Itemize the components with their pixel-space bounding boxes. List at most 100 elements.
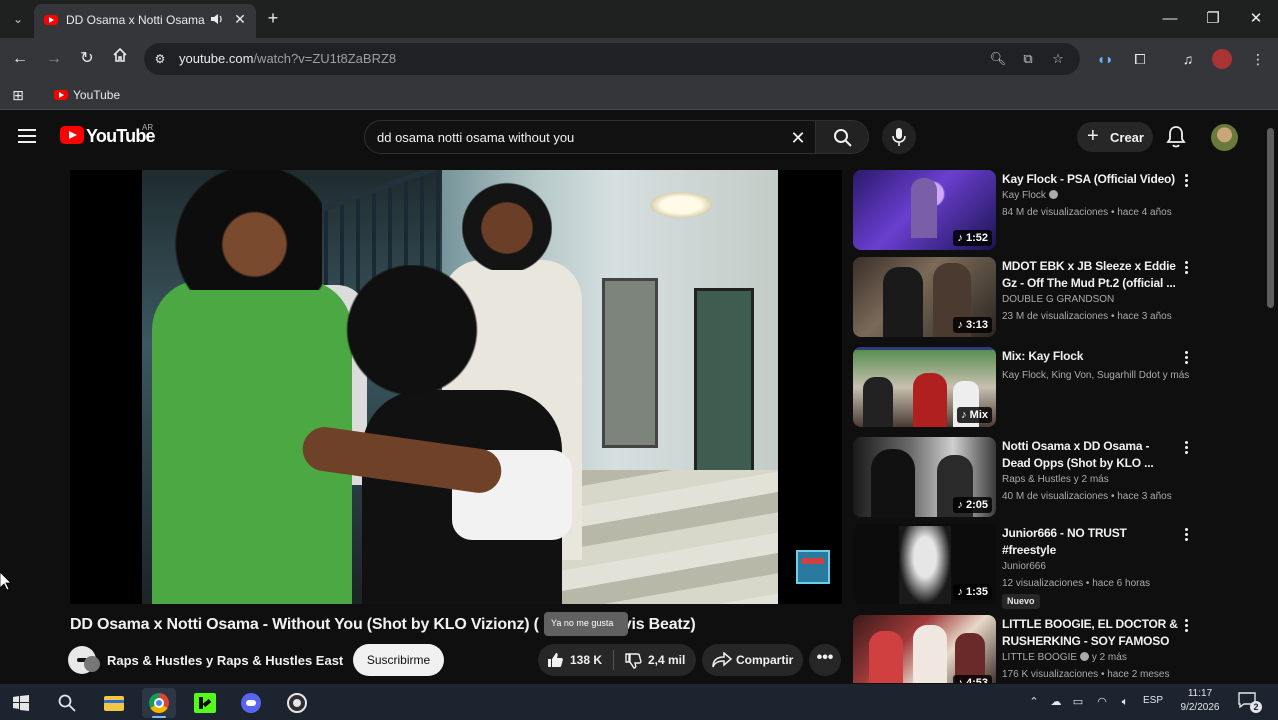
tray-app-icon[interactable]: ☁: [1048, 694, 1064, 710]
youtube-logo-icon[interactable]: [60, 126, 84, 144]
bookmark-star-icon[interactable]: ☆: [1048, 49, 1068, 69]
recommendation-thumbnail[interactable]: ♪ Mix: [853, 347, 996, 427]
more-options-icon[interactable]: [1179, 349, 1193, 369]
recommendation-item[interactable]: ♪ 4:53 LITTLE BOOGIE, EL DOCTOR & RUSHER…: [853, 615, 1198, 683]
page-scrollbar[interactable]: [1267, 128, 1274, 682]
speaker-icon[interactable]: [210, 12, 224, 29]
recommendation-channel[interactable]: Kay Flock: [1002, 190, 1058, 201]
account-avatar[interactable]: [1211, 124, 1238, 151]
wifi-icon[interactable]: ◠: [1094, 694, 1110, 710]
search-button[interactable]: [815, 120, 869, 154]
more-options-icon[interactable]: [1179, 439, 1193, 459]
more-options-icon[interactable]: [1179, 259, 1193, 279]
tab-search-chevron-icon[interactable]: ⌄: [8, 9, 28, 29]
notifications-bell-icon[interactable]: [1165, 125, 1189, 149]
recommendation-thumbnail[interactable]: ♪ 1:35: [853, 524, 996, 604]
forward-arrow-icon[interactable]: →: [42, 47, 66, 71]
close-window-button[interactable]: ✕: [1245, 8, 1267, 30]
notification-center-icon[interactable]: 2: [1238, 692, 1262, 713]
volume-icon[interactable]: 🔈︎: [1117, 694, 1133, 710]
zoom-icon[interactable]: 🔍︎: [988, 49, 1008, 69]
search-query[interactable]: dd osama notti osama without you: [377, 130, 574, 145]
close-tab-icon[interactable]: ✕: [232, 11, 248, 27]
recommendation-item[interactable]: ♪ 1:35 Junior666 - NO TRUST #freestyle J…: [853, 524, 1198, 609]
hamburger-menu-icon[interactable]: [18, 125, 42, 147]
back-arrow-icon[interactable]: ←: [8, 47, 32, 71]
tray-expand-chevron-icon[interactable]: ⌃: [1026, 694, 1042, 710]
channel-name[interactable]: Raps & Hustles y Raps & Hustles East: [107, 653, 343, 668]
reload-icon[interactable]: ↻: [75, 47, 99, 71]
browser-menu-icon[interactable]: ⋮: [1246, 47, 1270, 71]
recommendation-thumbnail[interactable]: ♪ 4:53: [853, 615, 996, 683]
recommendation-title[interactable]: LITTLE BOOGIE, EL DOCTOR & RUSHERKING - …: [1002, 616, 1178, 650]
minimize-button[interactable]: —: [1159, 8, 1181, 30]
search-input[interactable]: dd osama notti osama without you ✕: [364, 120, 816, 154]
recommendation-title[interactable]: MDOT EBK x JB Sleeze x Eddie Gz - Off Th…: [1002, 258, 1178, 292]
new-tab-button[interactable]: +: [262, 8, 284, 30]
recommendation-thumbnail[interactable]: ♪ 2:05: [853, 437, 996, 517]
recommendation-title[interactable]: Kay Flock - PSA (Official Video): [1002, 171, 1178, 188]
browser-tab[interactable]: DD Osama x Notti Osama - ✕: [34, 4, 256, 38]
thumbs-down-icon[interactable]: [624, 652, 642, 670]
dislike-count[interactable]: 2,4 mil: [648, 653, 685, 667]
file-explorer-icon[interactable]: [96, 688, 130, 718]
youtube-favicon-icon: [54, 90, 68, 100]
new-badge: Nuevo: [1002, 594, 1040, 609]
recommendation-item[interactable]: ♪ 1:52 Kay Flock - PSA (Official Video) …: [853, 170, 1198, 252]
search-icon[interactable]: [50, 688, 84, 718]
like-count[interactable]: 138 K: [570, 653, 602, 667]
chrome-icon[interactable]: [142, 688, 176, 718]
profile-avatar-icon[interactable]: [1212, 49, 1232, 69]
extension-icon[interactable]: ◖◗: [1093, 47, 1117, 71]
video-player[interactable]: [70, 170, 842, 604]
video-frame[interactable]: [142, 170, 778, 604]
bookmark-youtube[interactable]: YouTube: [48, 84, 120, 106]
install-app-icon[interactable]: ⧉: [1018, 49, 1038, 69]
recommendation-channel[interactable]: LITTLE BOOGIE y 2 más: [1002, 652, 1127, 663]
channel-avatar-secondary[interactable]: [84, 656, 100, 672]
recommendation-channel[interactable]: Junior666: [1002, 561, 1046, 572]
recommendation-meta: 23 M de visualizaciones • hace 3 años: [1002, 311, 1172, 322]
recommendation-channel[interactable]: DOUBLE G GRANDSON: [1002, 294, 1114, 305]
more-actions-button[interactable]: •••: [809, 644, 841, 676]
media-control-icon[interactable]: ♫: [1176, 47, 1200, 71]
taskbar-clock[interactable]: 11:17 9/2/2026: [1178, 687, 1222, 715]
recommendation-title[interactable]: Mix: Kay Flock: [1002, 348, 1178, 365]
notification-count: 2: [1250, 701, 1262, 713]
clear-search-icon[interactable]: ✕: [787, 127, 809, 149]
more-options-icon[interactable]: [1179, 526, 1193, 546]
more-options-icon[interactable]: [1179, 172, 1193, 192]
voice-search-button[interactable]: [882, 120, 916, 154]
recommendation-title[interactable]: Notti Osama x DD Osama - Dead Opps (Shot…: [1002, 438, 1178, 472]
address-bar[interactable]: ⚙ youtube.com/watch?v=ZU1t8ZaBRZ8 🔍︎ ⧉ ☆: [144, 43, 1080, 75]
more-options-icon[interactable]: [1179, 617, 1193, 637]
discord-icon[interactable]: [234, 688, 268, 718]
recommendation-channel[interactable]: Raps & Hustles y 2 más: [1002, 474, 1109, 485]
recommendation-item[interactable]: ♪ 3:13 MDOT EBK x JB Sleeze x Eddie Gz -…: [853, 257, 1198, 339]
channel-watermark-icon[interactable]: [796, 550, 830, 584]
site-info-icon[interactable]: ⚙: [152, 51, 168, 67]
thumbs-up-icon[interactable]: [546, 651, 564, 669]
recommendation-thumbnail[interactable]: ♪ 1:52: [853, 170, 996, 250]
recommendation-thumbnail[interactable]: ♪ 3:13: [853, 257, 996, 337]
recommendation-title[interactable]: Junior666 - NO TRUST #freestyle: [1002, 525, 1178, 559]
url-text[interactable]: youtube.com/watch?v=ZU1t8ZaBRZ8: [179, 51, 396, 66]
obs-studio-icon[interactable]: [280, 688, 314, 718]
keyboard-language[interactable]: ESP: [1143, 695, 1163, 706]
scrollbar-thumb[interactable]: [1267, 128, 1274, 308]
subscribe-button[interactable]: Suscribirme: [353, 644, 444, 676]
recommendation-item[interactable]: ♪ Mix Mix: Kay Flock Kay Flock, King Von…: [853, 347, 1198, 429]
tray-battery-icon[interactable]: ▭: [1070, 694, 1086, 710]
restore-button[interactable]: ❐: [1202, 8, 1224, 30]
plus-icon: +: [1087, 125, 1099, 147]
recommendation-meta: 12 visualizaciones • hace 6 horas: [1002, 578, 1151, 589]
home-icon[interactable]: [108, 47, 132, 71]
apps-grid-icon[interactable]: ⊞: [10, 87, 26, 103]
share-button[interactable]: Compartir: [702, 644, 803, 676]
recommendation-item[interactable]: ♪ 2:05 Notti Osama x DD Osama - Dead Opp…: [853, 437, 1198, 519]
kick-app-icon[interactable]: [188, 688, 222, 718]
recommendation-channel[interactable]: Kay Flock, King Von, Sugarhill Ddot y má…: [1002, 370, 1189, 381]
create-button[interactable]: + Crear: [1077, 122, 1153, 152]
extensions-puzzle-icon[interactable]: ⧠: [1128, 47, 1152, 71]
windows-start-icon[interactable]: [4, 688, 38, 718]
